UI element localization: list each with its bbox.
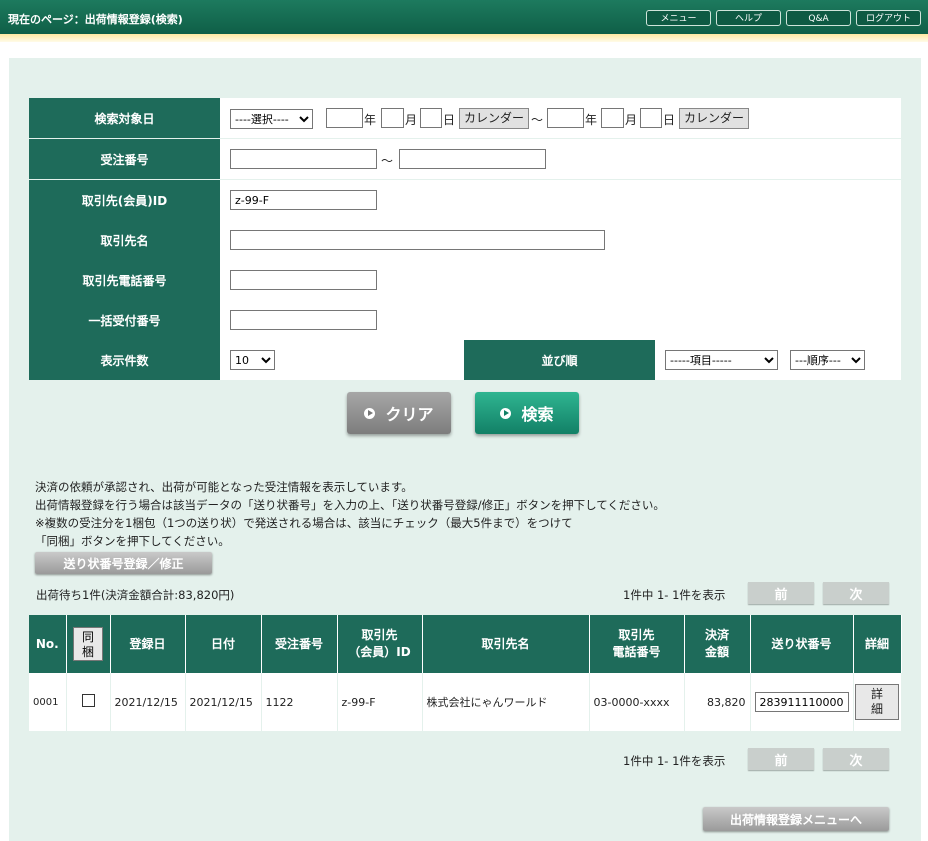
row-client-name: 取引先名 [29,220,901,261]
client-phone-label: 取引先電話番号 [29,260,220,300]
info-line-1: 決済の依頼が承認され、出荷が可能となった受注情報を表示しています。 [35,480,413,494]
from-calendar-button[interactable]: カレンダー [459,108,529,129]
search-button[interactable]: 検索 [475,392,579,434]
col-header-bundle: 同梱 [66,615,111,673]
menu-button[interactable]: メニュー [646,10,711,26]
cell-tracking [750,673,854,731]
tracking-number-input[interactable] [754,692,849,712]
from-month-input[interactable] [381,108,404,128]
next-button-bottom[interactable]: 次 [823,748,889,770]
next-button-top[interactable]: 次 [823,582,889,604]
prev-button-bottom[interactable]: 前 [748,748,814,770]
client-phone-input[interactable] [230,270,377,290]
bundle-checkbox[interactable] [81,694,95,707]
display-count-select[interactable]: 10 [230,350,275,370]
row-target-date: 検索対象日 ----選択---- 年 月 日 カレンダー ～ 年 月 日 カレン… [29,98,901,139]
order-number-to-input[interactable] [399,149,546,169]
play-icon [364,407,376,419]
order-number-from-input[interactable] [230,149,377,169]
client-id-label: 取引先(会員)ID [29,180,220,220]
cell-date: 2021/12/15 [185,673,262,731]
table-row: 0001 2021/12/15 2021/12/15 1122 z-99-F 株… [29,673,902,731]
logout-button[interactable]: ログアウト [856,10,921,26]
from-year-unit: 年 [364,113,377,127]
target-date-label: 検索対象日 [29,98,220,138]
sort-item-select[interactable]: -----項目----- [665,350,778,370]
to-calendar-button[interactable]: カレンダー [679,108,749,129]
from-year-input[interactable] [326,108,363,128]
search-button-label: 検索 [521,405,554,424]
cell-order-no: 1122 [261,673,338,731]
to-month-input[interactable] [601,108,624,128]
play-icon [500,407,512,419]
clear-button[interactable]: クリア [347,392,451,434]
page-info-bottom: 1件中 1- 1件を表示 [623,754,726,768]
row-display-sort: 表示件数 10 並び順 -----項目----- ---順序--- [29,340,901,381]
bundle-button[interactable]: 同梱 [73,627,103,661]
results-table: No. 同梱 登録日 日付 受注番号 取引先 （会員）ID 取引先名 取引先 電… [29,615,902,731]
col-header-order-no: 受注番号 [261,615,338,673]
col-header-date: 日付 [185,615,262,673]
top-header-bar: 現在のページ：出荷情報登録(検索) メニュー ヘルプ Q&A ログアウト [0,0,928,34]
qa-button[interactable]: Q&A [786,10,851,26]
date-range-tilde: ～ [531,113,544,127]
header-divider [0,34,928,42]
client-name-label: 取引先名 [29,220,220,260]
cell-client-id: z-99-F [337,673,423,731]
cell-reg-date: 2021/12/15 [110,673,186,731]
info-line-3: ※複数の受注分を1梱包（1つの送り状）で発送される場合は、該当にチェック（最大5… [35,516,573,530]
from-month-unit: 月 [405,113,418,127]
register-tracking-button[interactable]: 送り状番号登録／修正 [35,552,212,574]
sort-direction-select[interactable]: ---順序--- [790,350,865,370]
detail-button[interactable]: 詳細 [855,684,899,720]
col-header-no: No. [29,615,67,673]
bulk-number-input[interactable] [230,310,377,330]
to-year-unit: 年 [585,113,598,127]
client-id-input[interactable] [230,190,377,210]
order-range-tilde: ～ [381,154,394,168]
from-day-unit: 日 [443,113,456,127]
to-day-input[interactable] [640,108,662,128]
order-number-label: 受注番号 [29,139,220,179]
page-info-top: 1件中 1- 1件を表示 [623,588,726,602]
col-header-reg-date: 登録日 [110,615,186,673]
bulk-number-label: 一括受付番号 [29,300,220,340]
cell-phone: 03-0000-xxxx [589,673,685,731]
client-name-input[interactable] [230,230,605,250]
row-client-id: 取引先(会員)ID [29,180,901,221]
to-day-unit: 日 [663,113,676,127]
cell-no: 0001 [29,673,67,731]
col-header-detail: 詳細 [853,615,902,673]
to-shipping-menu-button[interactable]: 出荷情報登録メニューへ [703,807,889,831]
cell-detail: 詳細 [853,673,902,731]
prev-button-top[interactable]: 前 [748,582,814,604]
to-month-unit: 月 [625,113,638,127]
to-year-input[interactable] [547,108,584,128]
date-type-select[interactable]: ----選択---- [230,109,313,129]
col-header-amount: 決済 金額 [684,615,751,673]
cell-bundle [66,673,111,731]
row-order-number: 受注番号 ～ [29,139,901,180]
clear-button-label: クリア [385,405,434,424]
row-bulk-number: 一括受付番号 [29,300,901,341]
info-line-4: 「同梱」ボタンを押下してください。 [35,534,230,548]
col-header-client-id: 取引先 （会員）ID [337,615,423,673]
info-line-2: 出荷情報登録を行う場合は該当データの「送り状番号」を入力の上、「送り状番号登録/… [35,498,665,512]
sort-order-label: 並び順 [464,340,655,380]
col-header-client-name: 取引先名 [422,615,590,673]
table-header-row: No. 同梱 登録日 日付 受注番号 取引先 （会員）ID 取引先名 取引先 電… [29,615,902,673]
from-day-input[interactable] [420,108,442,128]
cell-client-name: 株式会社にゃんワールド [422,673,590,731]
col-header-phone: 取引先 電話番号 [589,615,685,673]
page-title: 現在のページ：出荷情報登録(検索) [8,13,183,26]
row-client-phone: 取引先電話番号 [29,260,901,301]
col-header-tracking: 送り状番号 [750,615,854,673]
help-button[interactable]: ヘルプ [716,10,781,26]
cell-amount: 83,820 [684,673,751,731]
summary-text: 出荷待ち1件(決済金額合計:83,820円) [36,588,235,602]
display-count-label: 表示件数 [29,340,220,380]
